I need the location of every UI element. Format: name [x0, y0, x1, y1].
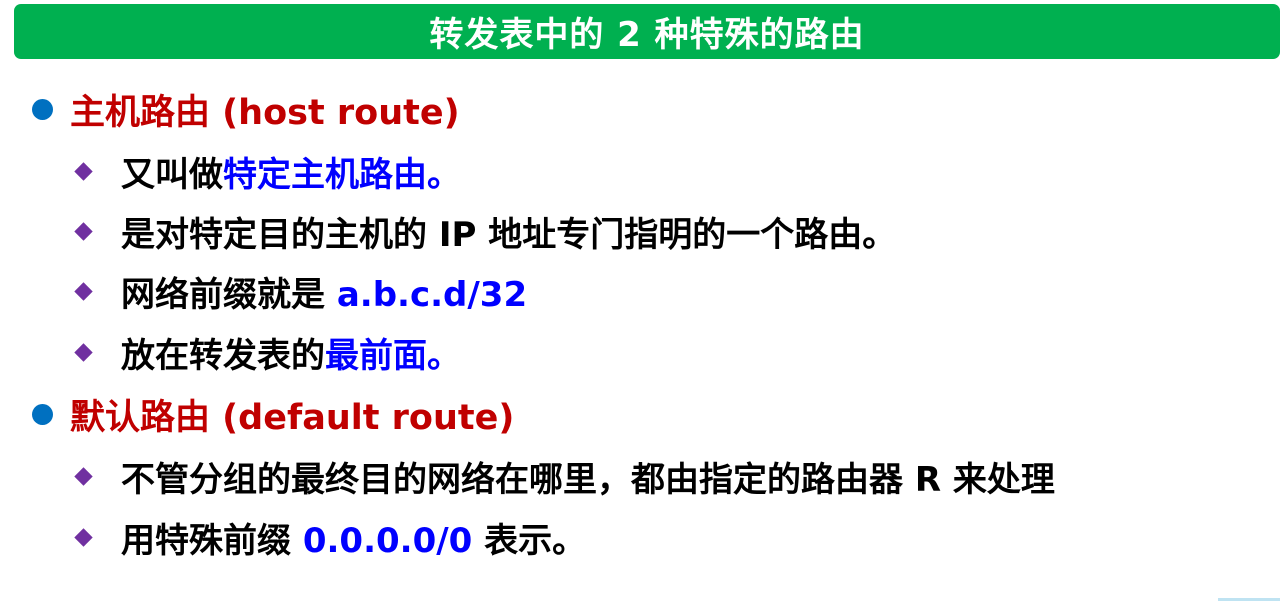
blue-dot-bullet-icon	[32, 403, 53, 425]
purple-diamond-bullet-icon	[74, 281, 93, 301]
item-text-pre: 放在转发表的	[121, 335, 325, 376]
item-text-highlight: 特定主机路由。	[223, 154, 461, 195]
item-text-highlight: 最前面。	[325, 335, 461, 376]
list-item: 是对特定目的主机的 IP 地址专门指明的一个路由。	[73, 210, 896, 255]
blue-dot-bullet-icon	[32, 98, 53, 120]
list-item: 网络前缀就是 a.b.c.d/32	[73, 270, 527, 315]
item-text-pre: 是对特定目的主机的 IP 地址专门指明的一个路由。	[121, 214, 897, 255]
item-text-pre: 又叫做	[121, 154, 223, 195]
slide-title: 转发表中的 2 种特殊的路由	[429, 15, 865, 55]
item-text-highlight: 0.0.0.0/0	[302, 520, 473, 561]
item-text-pre: 不管分组的最终目的网络在哪里，都由指定的路由器 R 来处理	[121, 459, 1055, 500]
section-default-route: 默认路由 (default route)	[32, 393, 514, 438]
purple-diamond-bullet-icon	[74, 466, 93, 486]
title-bar: 转发表中的 2 种特殊的路由	[14, 4, 1280, 59]
section-heading: 主机路由 (host route)	[70, 92, 460, 133]
purple-diamond-bullet-icon	[74, 161, 93, 181]
corner-decoration	[1218, 598, 1280, 601]
item-text: 不管分组的最终目的网络在哪里，都由指定的路由器 R 来处理	[121, 452, 1055, 501]
section-host-route: 主机路由 (host route)	[32, 88, 460, 133]
item-text: 放在转发表的最前面。	[121, 328, 461, 377]
list-item: 不管分组的最终目的网络在哪里，都由指定的路由器 R 来处理	[73, 455, 1055, 500]
item-text: 用特殊前缀 0.0.0.0/0 表示。	[121, 513, 586, 562]
item-text-post: 表示。	[472, 520, 587, 561]
item-text: 又叫做特定主机路由。	[121, 147, 461, 196]
list-item: 用特殊前缀 0.0.0.0/0 表示。	[73, 516, 586, 561]
section-heading: 默认路由 (default route)	[70, 397, 515, 438]
purple-diamond-bullet-icon	[74, 342, 93, 362]
item-text-highlight: a.b.c.d/32	[336, 274, 528, 315]
list-item: 又叫做特定主机路由。	[73, 150, 461, 195]
item-text: 网络前缀就是 a.b.c.d/32	[121, 267, 527, 316]
item-text-pre: 网络前缀就是	[121, 274, 337, 315]
item-text: 是对特定目的主机的 IP 地址专门指明的一个路由。	[121, 207, 896, 256]
item-text-pre: 用特殊前缀	[121, 520, 303, 561]
purple-diamond-bullet-icon	[74, 221, 93, 241]
list-item: 放在转发表的最前面。	[73, 331, 461, 376]
purple-diamond-bullet-icon	[74, 527, 93, 547]
